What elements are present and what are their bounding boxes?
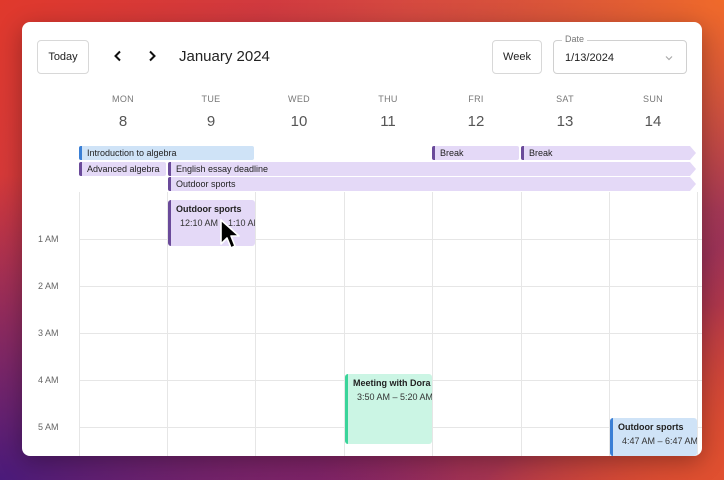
event-time-text: 4:47 AM – 6:47 AM <box>622 436 697 446</box>
grid-line <box>521 192 522 456</box>
day-of-week: FRI <box>468 94 484 104</box>
event-time: 3:50 AM – 5:20 AM <box>353 392 432 402</box>
day-of-week: THU <box>378 94 398 104</box>
day-number: 12 <box>467 113 485 130</box>
all-day-event[interactable]: Break <box>432 146 519 160</box>
day-header-thu[interactable]: THU 11 <box>344 94 432 130</box>
day-header-wed[interactable]: WED 10 <box>255 94 343 130</box>
event-title: Outdoor sports <box>176 204 242 214</box>
grid-line <box>697 192 698 456</box>
month-title: January 2024 <box>179 48 270 65</box>
grid-line <box>609 192 610 456</box>
day-of-week: TUE <box>201 94 221 104</box>
day-of-week: WED <box>288 94 310 104</box>
hour-label: 1 AM <box>38 234 59 244</box>
day-header-fri[interactable]: FRI 12 <box>432 94 520 130</box>
day-number: 11 <box>380 113 396 130</box>
hour-label: 3 AM <box>38 328 59 338</box>
date-field-label: Date <box>562 34 588 44</box>
view-selector-button[interactable]: Week <box>492 40 542 74</box>
all-day-event[interactable]: Introduction to algebra <box>79 146 254 160</box>
event-time: 4:47 AM – 6:47 AM <box>618 436 697 446</box>
grid-line <box>79 286 702 287</box>
hour-label: 4 AM <box>38 375 59 385</box>
calendar-toolbar: Today January 2024 Week Date 1/13/2024 <box>22 22 702 88</box>
all-day-event[interactable]: English essay deadline <box>168 162 696 176</box>
time-grid[interactable]: 1 AM 2 AM 3 AM 4 AM 5 AM Outdoor sports … <box>22 192 702 456</box>
all-day-event[interactable]: Advanced algebra <box>79 162 166 176</box>
mouse-pointer-icon <box>220 219 240 249</box>
grid-line <box>255 192 256 456</box>
calendar-event[interactable]: Meeting with Dora 3:50 AM – 5:20 AM <box>345 374 432 444</box>
calendar-event[interactable]: Outdoor sports 4:47 AM – 6:47 AM <box>610 418 697 456</box>
event-time-text: 3:50 AM – 5:20 AM <box>357 392 432 402</box>
previous-week-button[interactable] <box>106 44 130 68</box>
grid-line <box>79 333 702 334</box>
today-button[interactable]: Today <box>37 40 89 74</box>
chevron-down-icon <box>665 56 673 61</box>
all-day-event[interactable]: Break <box>521 146 696 160</box>
day-header-sun[interactable]: SUN 14 <box>609 94 697 130</box>
date-field-value: 1/13/2024 <box>565 52 614 64</box>
chevron-right-icon <box>149 50 156 62</box>
day-number: 8 <box>118 113 128 130</box>
day-header-sat[interactable]: SAT 13 <box>521 94 609 130</box>
day-header-tue[interactable]: TUE 9 <box>167 94 255 130</box>
hour-label: 2 AM <box>38 281 59 291</box>
event-title: Meeting with Dora <box>353 378 431 388</box>
hour-label: 5 AM <box>38 422 59 432</box>
date-picker-field[interactable]: Date 1/13/2024 <box>553 34 687 74</box>
grid-line <box>79 192 80 456</box>
chevron-left-icon <box>114 50 121 62</box>
day-number: 14 <box>644 113 662 130</box>
day-number: 9 <box>206 113 216 130</box>
day-of-week: MON <box>112 94 134 104</box>
event-title: Outdoor sports <box>618 422 684 432</box>
day-of-week: SUN <box>643 94 663 104</box>
day-of-week: SAT <box>556 94 574 104</box>
next-week-button[interactable] <box>140 44 164 68</box>
calendar-window: Today January 2024 Week Date 1/13/2024 M… <box>22 22 702 456</box>
all-day-event[interactable]: Outdoor sports <box>168 177 696 191</box>
day-number: 10 <box>290 113 308 130</box>
event-time-text: 12:10 AM – 1:10 AM <box>180 218 255 228</box>
grid-line <box>432 192 433 456</box>
day-number: 13 <box>556 113 574 130</box>
day-header-mon[interactable]: MON 8 <box>79 94 167 130</box>
